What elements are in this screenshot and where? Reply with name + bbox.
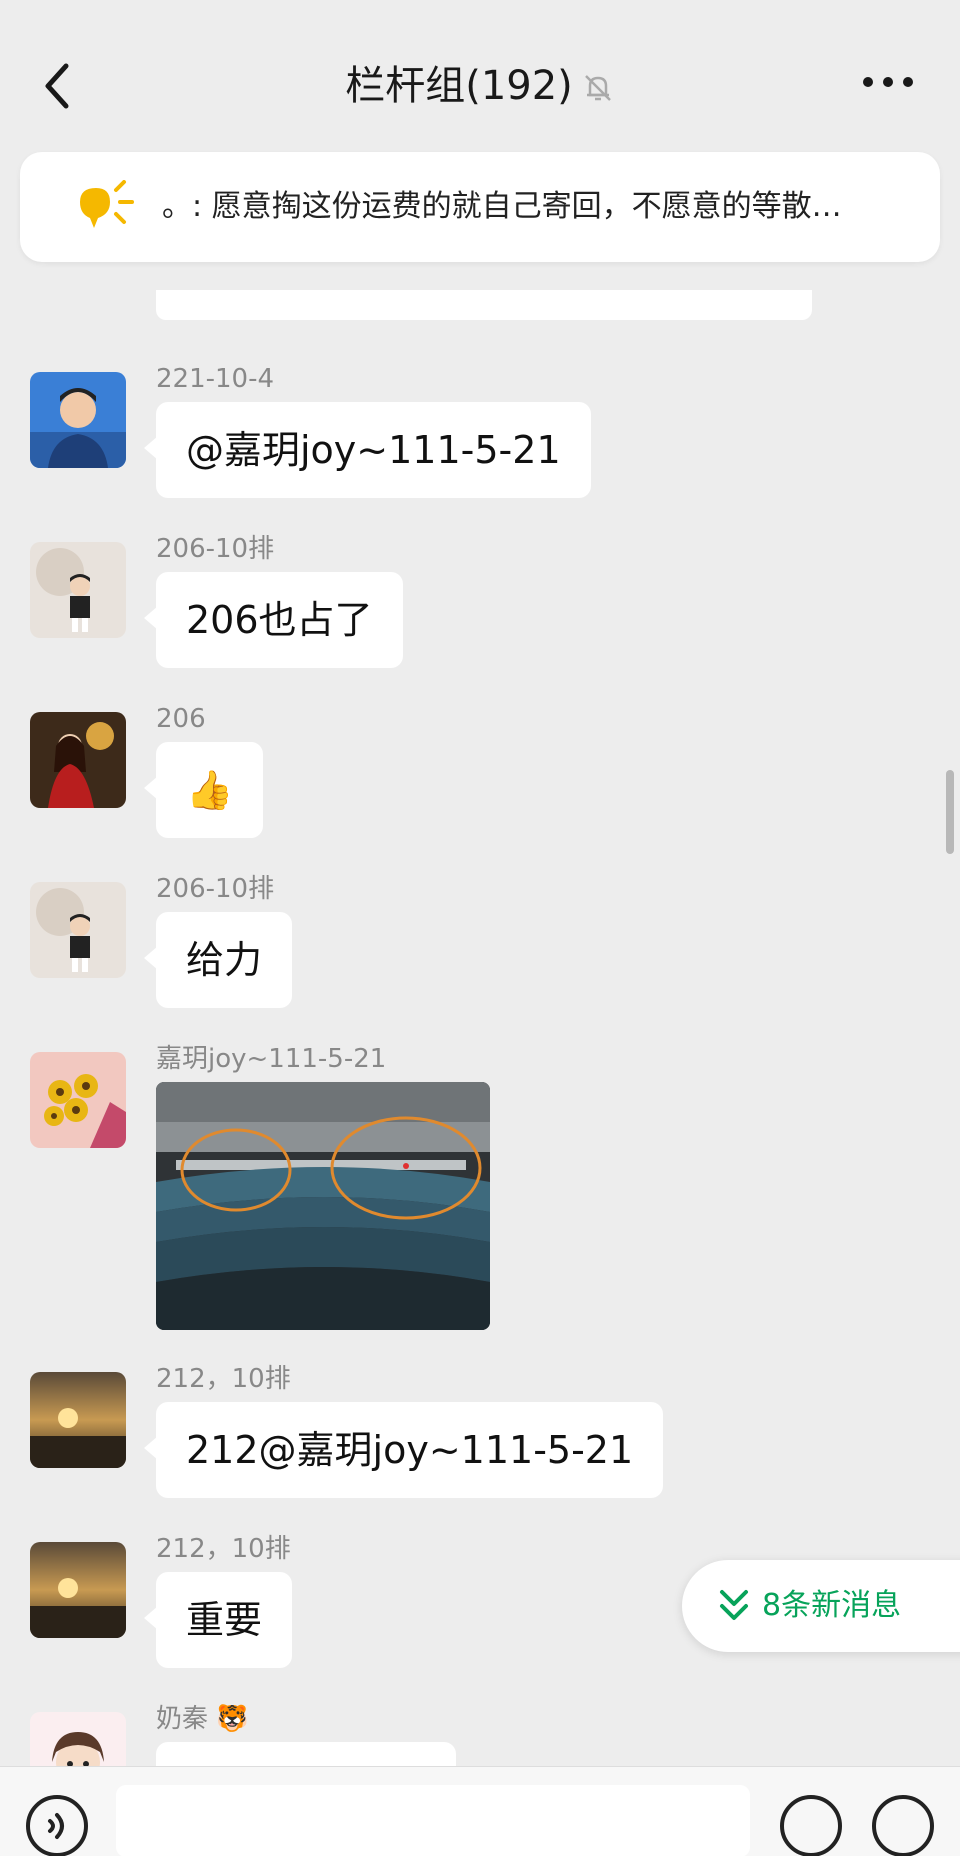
sender-name: 206-10排 [156,534,275,564]
sender-name: 奶秦 🐯 [156,1704,249,1734]
avatar[interactable] [30,712,126,808]
avatar[interactable] [30,1712,126,1766]
message-list[interactable]: 221-10-4 @嘉玥joy~111-5-21 206-10排 206也占了 [0,290,960,1766]
avatar[interactable] [30,372,126,468]
message-bubble[interactable]: 给力 [143,912,293,1008]
chat-title: 栏杆组(192) [0,56,960,116]
sender-name: 212，10排 [156,1534,291,1564]
avatar[interactable] [30,1052,126,1148]
sender-name: 221-10-4 [156,364,275,394]
avatar[interactable] [30,1542,126,1638]
avatar[interactable] [30,882,126,978]
more-dots-icon[interactable] [860,70,916,94]
message-bubble[interactable]: 重要 [143,1572,293,1668]
emoji-icon[interactable] [780,1795,842,1856]
group-announcement[interactable]: 。: 愿意掏这份运费的就自己寄回，不愿意的等散… [20,152,940,262]
bell-off-icon [584,75,611,101]
message-bubble[interactable] [156,1742,456,1766]
message-bubble[interactable]: 212@嘉玥joy~111-5-21 [143,1402,664,1498]
chat-header: 栏杆组(192) 。: 愿意掏这份运费的就自己寄回，不愿意的等散… [0,0,960,290]
input-bar [0,1766,960,1856]
photo-message[interactable] [156,1082,490,1330]
chat-title-text: 栏杆组(192) [345,63,573,109]
new-messages-label: 8条新消息 [762,1588,902,1623]
message-bubble[interactable]: 👍 [143,742,264,838]
sender-name: 嘉玥joy~111-5-21 [156,1044,387,1074]
avatar[interactable] [30,1372,126,1468]
scrollbar[interactable] [946,770,954,854]
plus-icon[interactable] [872,1795,934,1856]
voice-icon[interactable] [26,1795,88,1856]
partial-message-bubble [156,290,812,320]
announcement-bulb-icon [80,180,134,228]
double-chevron-down-icon [720,1590,748,1620]
message-bubble[interactable]: 206也占了 [144,572,403,668]
avatar[interactable] [30,542,126,638]
sender-name: 206 [156,704,206,734]
message-input[interactable] [116,1785,750,1856]
new-messages-button[interactable]: 8条新消息 [682,1560,960,1652]
sender-name: 212，10排 [156,1364,291,1394]
announcement-text: 。: 愿意掏这份运费的就自己寄回，不愿意的等散… [162,189,842,224]
message-bubble[interactable]: @嘉玥joy~111-5-21 [144,402,591,498]
sender-name: 206-10排 [156,874,275,904]
